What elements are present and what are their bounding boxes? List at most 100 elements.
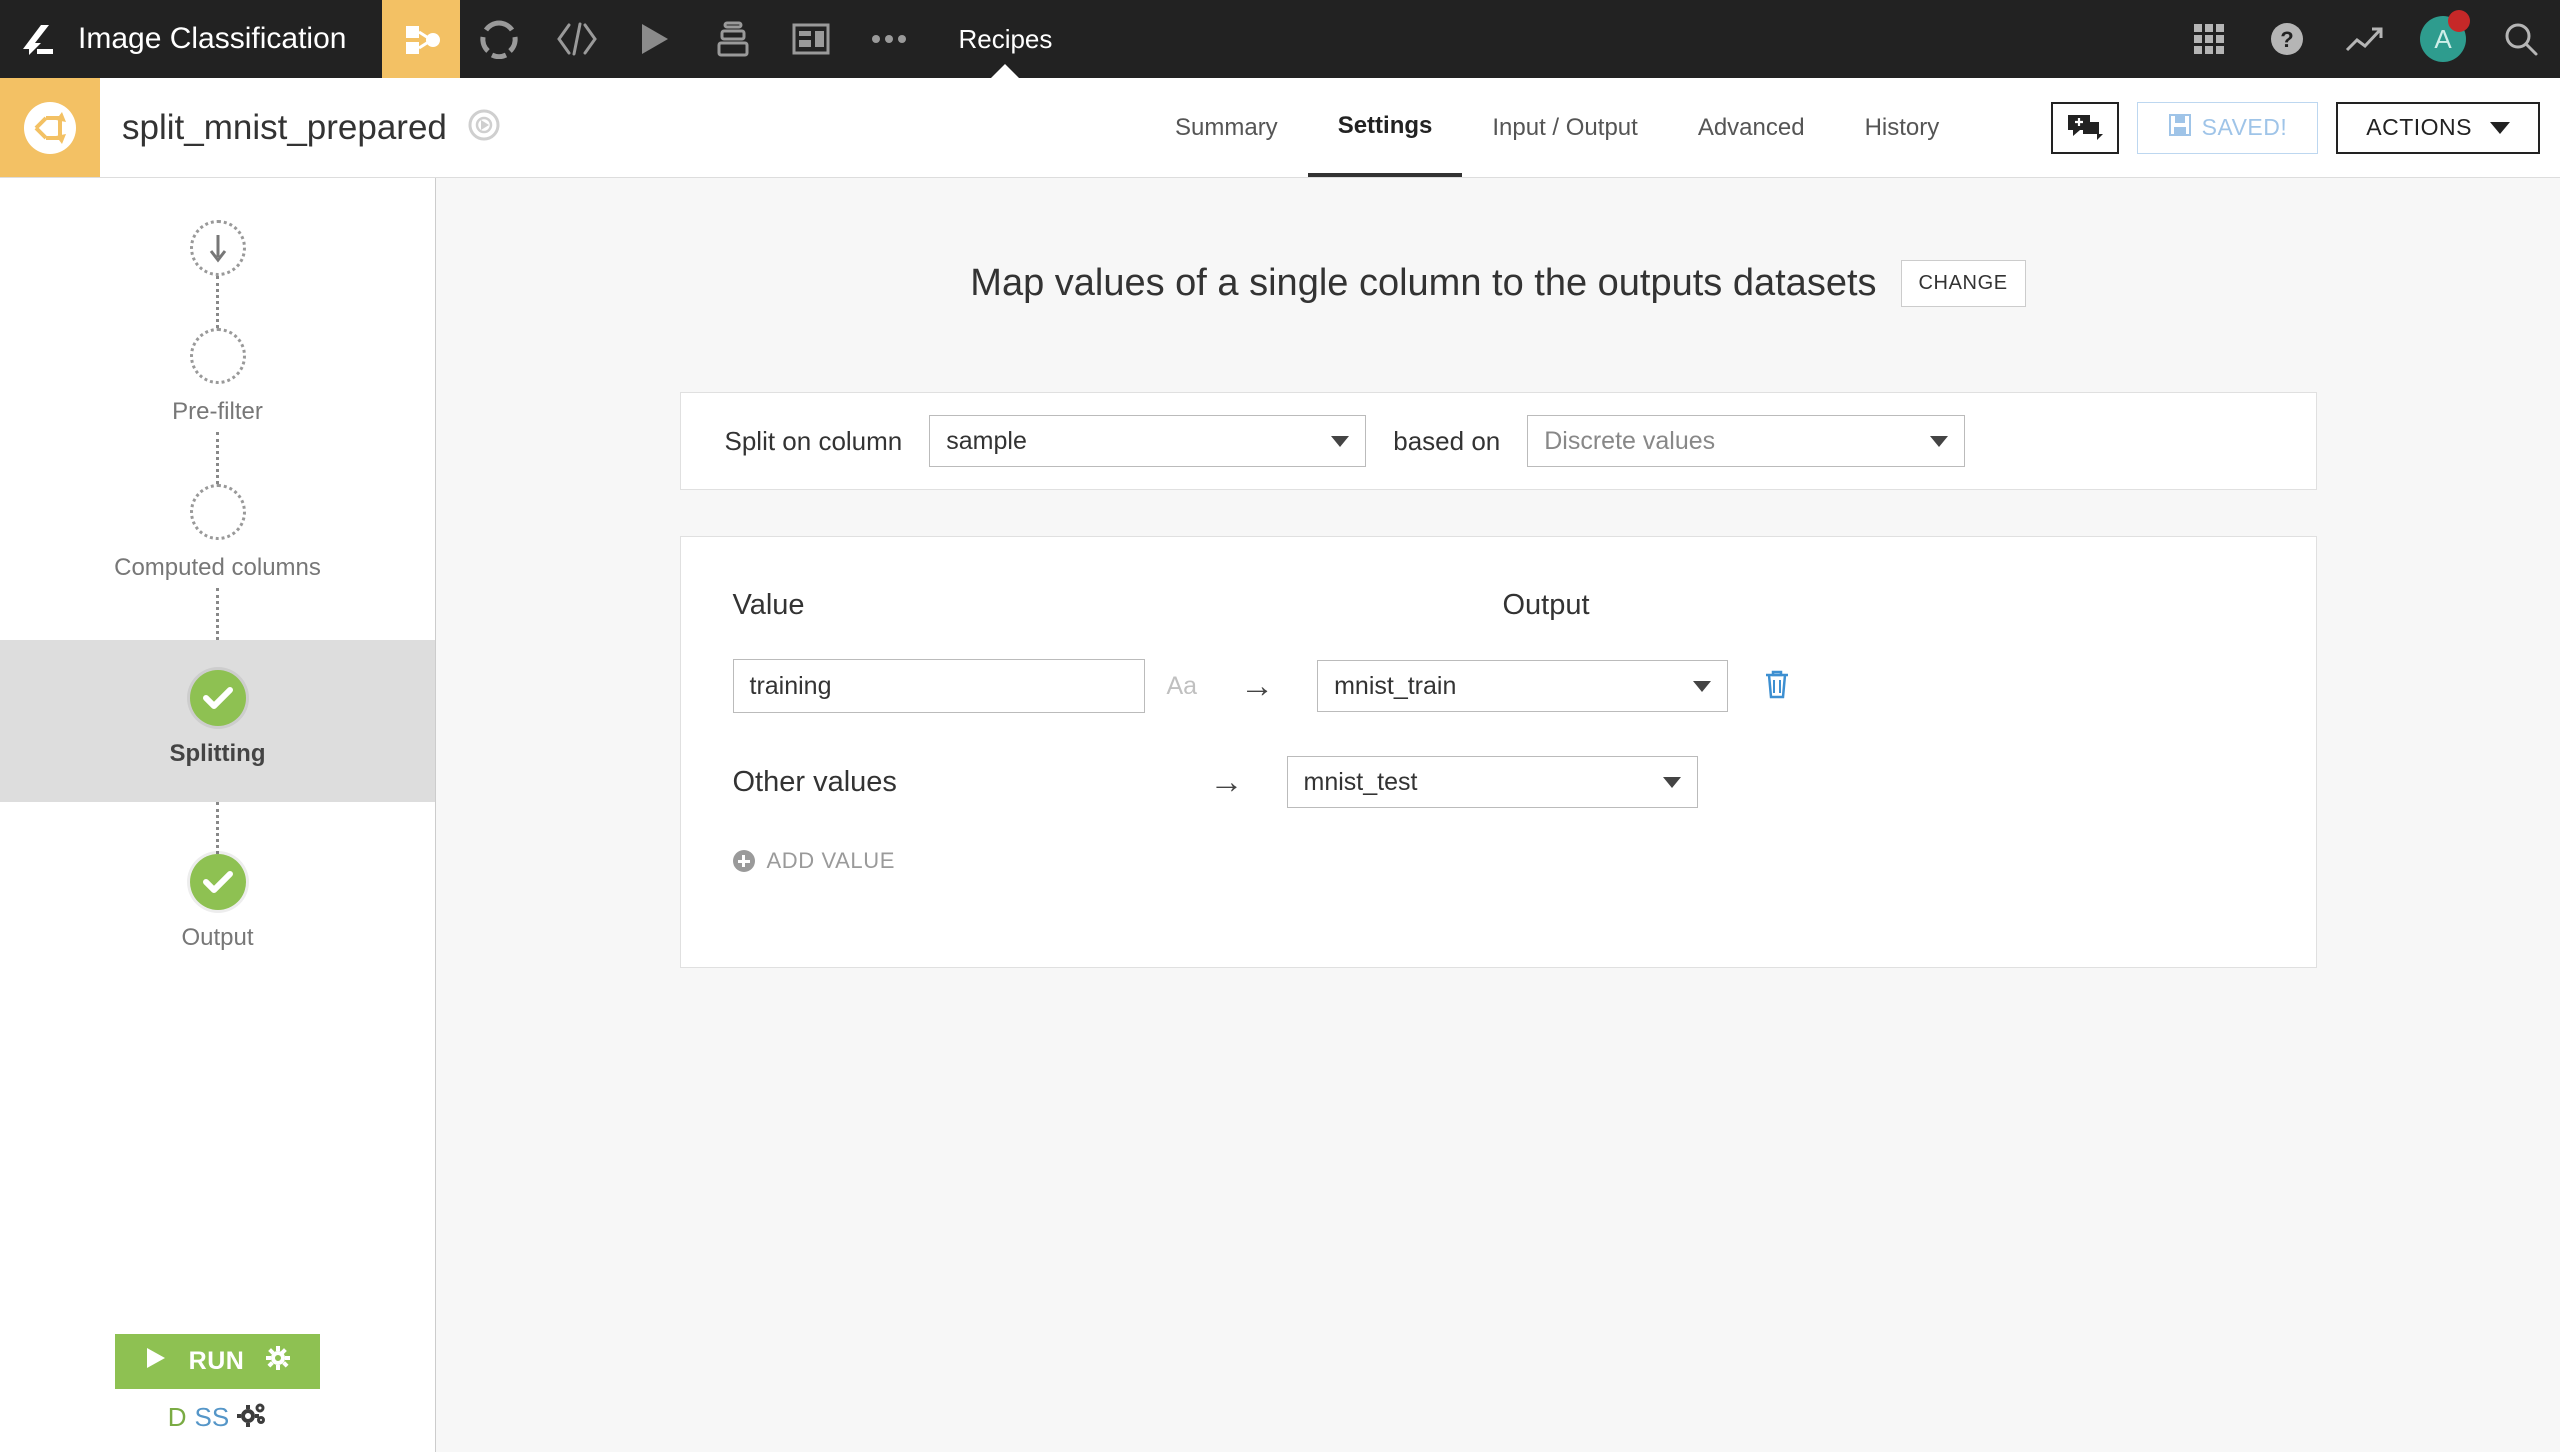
split-on-column-label: Split on column [724,425,903,456]
dataset-circle-icon[interactable] [460,0,538,78]
recipe-title-zone: split_mnist_prepared [100,78,501,177]
dss-brand-d: D [167,1402,187,1432]
tab-advanced[interactable]: Advanced [1668,78,1835,177]
table-row-other-values: Other values → mnist_test [681,752,2316,812]
empty-circle-icon [189,328,246,384]
notification-badge-icon [2448,10,2470,32]
value-mapping-panel: Value Output training Aa → mnist_train O… [679,536,2317,968]
search-icon[interactable] [2482,0,2560,78]
tab-settings[interactable]: Settings [1307,78,1463,177]
step-connector [216,588,219,640]
step-connector [216,802,219,854]
check-icon [189,670,246,726]
floppy-disk-icon [2168,113,2192,143]
compass-badge-icon [467,108,501,147]
case-sensitivity-hint[interactable]: Aa [1167,672,1198,701]
table-row: training Aa → mnist_train [681,656,2316,716]
saved-label: SAVED! [2201,114,2288,140]
recipe-header: split_mnist_prepared Summary Settings In… [0,78,2560,178]
nav-section-recipes[interactable]: Recipes [928,0,1082,78]
output-dataset-value: mnist_train [1334,671,1457,700]
sidebar-step-label: Output [181,924,254,951]
plus-circle-icon [732,850,755,872]
check-icon [189,854,246,910]
gear-icon[interactable] [266,1346,291,1377]
help-question-icon[interactable]: ? [2248,0,2326,78]
tab-history[interactable]: History [1835,78,1970,177]
avatar[interactable]: A [2404,0,2482,78]
play-icon [145,1346,167,1377]
other-values-output-select[interactable]: mnist_test [1286,756,1698,808]
split-column-select[interactable]: sample [929,415,1367,467]
nav-section-label: Recipes [958,23,1053,54]
sidebar-step-pre-filter[interactable]: Pre-filter [0,328,435,432]
more-ellipsis-icon[interactable] [850,0,928,78]
recipe-header-actions: SAVED! ACTIONS [2050,78,2540,177]
jobs-stack-icon[interactable] [694,0,772,78]
trending-chart-icon[interactable] [2326,0,2404,78]
topbar-right-actions: ? A [2170,0,2560,78]
split-column-value: sample [946,426,1027,455]
page-title: split_mnist_prepared [122,107,447,147]
sidebar-step-splitting[interactable]: Splitting [0,640,435,802]
mapping-arrow-icon: → [1209,762,1244,801]
mapping-table-header: Value Output [681,589,2316,622]
column-header-output: Output [1502,589,1590,621]
split-recipe-icon [0,78,100,177]
dss-engine-selector[interactable]: D SS [168,1401,267,1434]
steps-list: Pre-filter Computed columns Splitting Ou… [0,178,435,958]
chevron-down-icon [1693,680,1712,692]
run-button[interactable]: RUN [114,1334,321,1389]
sidebar-step-label: Splitting [169,740,266,767]
based-on-label: based on [1393,425,1501,456]
actions-label: ACTIONS [2366,114,2472,140]
run-label: RUN [188,1347,245,1375]
gears-icon [237,1401,267,1434]
add-value-label: ADD VALUE [766,848,895,873]
project-name[interactable]: Image Classification [78,0,382,78]
page-body: Pre-filter Computed columns Splitting Ou… [0,178,2560,1452]
code-icon[interactable] [538,0,616,78]
add-value-button[interactable]: ADD VALUE [681,848,2316,874]
apps-grid-icon[interactable] [2170,0,2248,78]
other-values-output-value: mnist_test [1303,767,1418,796]
recipe-steps-sidebar: Pre-filter Computed columns Splitting Ou… [0,178,436,1452]
chevron-down-icon [1930,435,1949,447]
arrow-down-icon [189,220,246,276]
value-input[interactable]: training [732,659,1145,713]
trash-icon[interactable] [1764,669,1790,704]
nav-active-caret-icon [991,64,1020,78]
dss-brand-ss: SS [194,1402,230,1432]
tab-summary[interactable]: Summary [1145,78,1308,177]
top-navigation-bar: Image Classification Recipes ? A [0,0,2560,78]
sidebar-footer: RUN D SS [0,1334,435,1434]
main-content: Map values of a single column to the out… [436,178,2560,1452]
sidebar-step-label: Computed columns [114,554,321,581]
other-values-label: Other values [732,765,897,798]
change-button[interactable]: CHANGE [1900,260,2026,307]
chevron-down-icon [2490,121,2510,134]
recipe-tabs: Summary Settings Input / Output Advanced… [1145,78,1969,177]
chevron-down-icon [1331,435,1350,447]
sidebar-step-label: Pre-filter [172,398,263,425]
dataiku-bird-logo[interactable] [0,0,78,78]
step-connector [216,276,219,328]
tab-input-output[interactable]: Input / Output [1462,78,1667,177]
based-on-select[interactable]: Discrete values [1527,415,1966,467]
column-header-value: Value [732,589,805,621]
sidebar-step-input[interactable] [0,220,435,276]
run-play-icon[interactable] [616,0,694,78]
dashboard-icon[interactable] [772,0,850,78]
output-dataset-select[interactable]: mnist_train [1317,660,1729,712]
actions-button[interactable]: ACTIONS [2336,101,2540,154]
flow-icon[interactable] [382,0,461,78]
step-connector [216,432,219,484]
based-on-value: Discrete values [1544,426,1716,455]
svg-text:?: ? [2280,27,2293,52]
sidebar-step-output[interactable]: Output [0,854,435,958]
empty-circle-icon [189,484,246,540]
chat-add-icon[interactable] [2050,101,2119,154]
saved-status-button: SAVED! [2136,101,2319,154]
sidebar-step-computed-columns[interactable]: Computed columns [0,484,435,588]
